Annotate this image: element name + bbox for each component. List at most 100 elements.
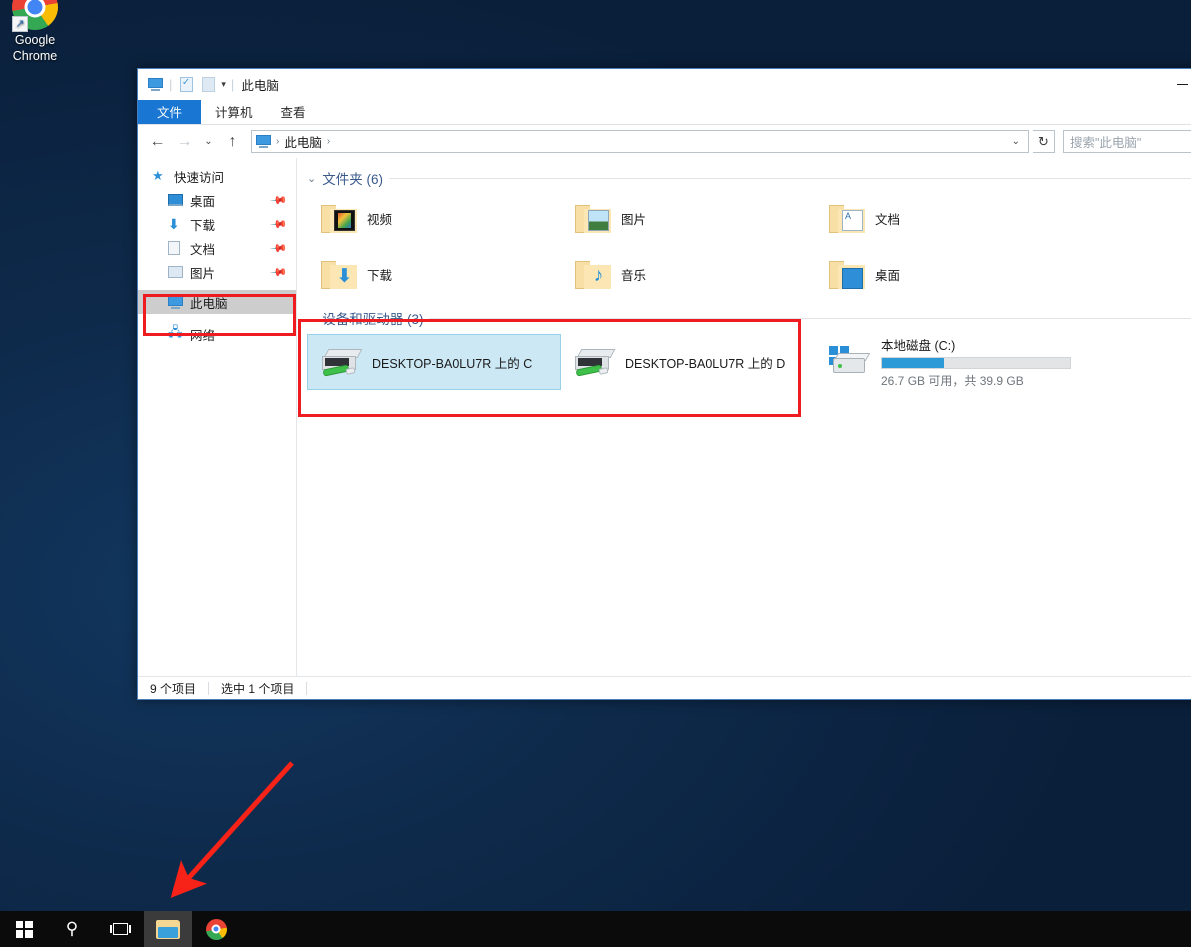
sidebar-item-quick-access[interactable]: ★ 快速访问 — [138, 164, 296, 188]
documents-icon — [168, 241, 186, 255]
pictures-icon — [168, 266, 186, 278]
tab-file[interactable]: 文件 — [138, 99, 202, 124]
status-item-count: 9 个项目 — [150, 681, 197, 696]
chrome-taskbar-button[interactable] — [192, 911, 240, 947]
pictures-folder-icon — [575, 203, 611, 233]
sidebar-item-label: 此电脑 — [190, 296, 228, 311]
tile-label: 文档 — [875, 212, 901, 227]
tile-label: DESKTOP-BA0LU7R 上的 C — [372, 356, 533, 371]
navigation-pane: ★ 快速访问 桌面 📌 ⬇ 下载 📌 文档 📌 图片 📌 此电脑 🖧 网络 — [138, 158, 297, 676]
task-view-icon — [109, 923, 131, 935]
back-button[interactable]: ← — [146, 130, 169, 153]
desktop-icon-label-line2: Chrome — [12, 49, 58, 63]
status-divider-2 — [306, 681, 308, 695]
devices-tile-list: DESKTOP-BA0LU7R 上的 C DESKTOP-BA0LU7R 上的 … — [307, 334, 1191, 390]
group-header-devices[interactable]: ⌄ 设备和驱动器 (3) — [307, 308, 1191, 328]
recent-locations-button[interactable]: ⌄ — [200, 130, 217, 153]
desktop-icon-label-line1: Google — [14, 33, 56, 47]
status-selection: 选中 1 个项目 — [221, 681, 295, 696]
tile-label: 音乐 — [621, 268, 647, 283]
folder-tile-music[interactable]: ♪ 音乐 — [561, 246, 815, 302]
chevron-down-icon[interactable]: ⌄ — [307, 172, 316, 185]
folder-tile-desktop[interactable]: 桌面 — [815, 246, 1069, 302]
address-bar[interactable]: › 此电脑 › ⌄ — [251, 130, 1029, 153]
disk-label: 本地磁盘 (C:) — [881, 339, 956, 353]
pin-icon[interactable]: 📌 — [270, 263, 289, 281]
folders-tile-list: 视频 图片 文档 ⬇ 下 — [307, 190, 1191, 302]
sidebar-item-label: 下载 — [190, 218, 216, 233]
pin-icon[interactable]: 📌 — [270, 191, 289, 209]
folder-tile-documents[interactable]: 文档 — [815, 190, 1069, 246]
disk-free-text: 26.7 GB 可用，共 39.9 GB — [881, 374, 1024, 388]
toolbar-divider-2: | — [230, 77, 235, 92]
search-button[interactable]: ⚲ — [48, 911, 96, 947]
pin-icon[interactable]: 📌 — [270, 239, 289, 257]
window-controls — [1159, 69, 1191, 100]
sidebar-item-downloads[interactable]: ⬇ 下载 📌 — [138, 212, 296, 236]
sidebar-item-label: 网络 — [190, 328, 216, 343]
chevron-down-icon[interactable]: ▾ — [219, 79, 228, 90]
breadcrumb-item-this-pc[interactable]: 此电脑 — [284, 132, 322, 151]
tile-label: 下载 — [367, 268, 393, 283]
window-title: 此电脑 — [241, 79, 279, 93]
desktop-icon — [168, 194, 186, 206]
group-divider — [429, 317, 1191, 319]
sidebar-item-label: 文档 — [190, 242, 216, 257]
group-title: 设备和驱动器 (3) — [322, 312, 424, 327]
breadcrumb-separator-1: › — [276, 136, 280, 147]
desktop-folder-icon — [829, 259, 865, 289]
window-body: ★ 快速访问 桌面 📌 ⬇ 下载 📌 文档 📌 图片 📌 此电脑 🖧 网络 ⌄ … — [138, 158, 1191, 676]
start-button[interactable] — [0, 911, 48, 947]
blank-page-icon[interactable] — [197, 74, 219, 96]
shortcut-arrow-icon: ↗ — [12, 16, 28, 32]
star-icon: ★ — [152, 168, 164, 183]
ribbon-tabs: 文件 计算机 查看 — [138, 99, 1191, 125]
network-icon: 🖧 — [168, 324, 183, 339]
local-disk-icon — [829, 346, 871, 378]
document-check-icon[interactable] — [175, 74, 197, 96]
tile-label: 图片 — [621, 212, 647, 227]
disk-usage-bar — [881, 357, 1071, 369]
drive-tile-c[interactable]: DESKTOP-BA0LU7R 上的 C — [307, 334, 561, 390]
file-explorer-button[interactable] — [144, 911, 192, 947]
task-view-button[interactable] — [96, 911, 144, 947]
sidebar-item-documents[interactable]: 文档 📌 — [138, 236, 296, 260]
chrome-icon — [205, 918, 227, 940]
folder-tile-pictures[interactable]: 图片 — [561, 190, 815, 246]
sidebar-item-desktop[interactable]: 桌面 📌 — [138, 188, 296, 212]
sidebar-item-this-pc[interactable]: 此电脑 — [138, 290, 296, 314]
breadcrumb-root-icon[interactable] — [256, 135, 271, 148]
sidebar-item-label: 快速访问 — [174, 170, 225, 185]
tab-computer[interactable]: 计算机 — [201, 99, 267, 124]
refresh-button[interactable]: ↻ — [1033, 130, 1055, 153]
search-input[interactable]: 搜索"此电脑" — [1063, 130, 1191, 153]
breadcrumb-separator-2[interactable]: › — [327, 136, 330, 147]
videos-folder-icon — [321, 203, 357, 233]
drive-tile-d[interactable]: DESKTOP-BA0LU7R 上的 D — [561, 334, 815, 390]
windows-logo-icon — [15, 920, 33, 938]
this-pc-icon[interactable] — [144, 74, 166, 96]
downloads-folder-icon: ⬇ — [321, 259, 357, 289]
file-explorer-window: | ▾ | 此电脑 文件 计算机 查看 ← → ⌄ ↑ › 此电脑 › ⌄ ↻ … — [137, 68, 1191, 700]
address-dropdown-icon[interactable]: ⌄ — [1012, 136, 1024, 147]
group-header-folders[interactable]: ⌄ 文件夹 (6) — [307, 168, 1191, 188]
folder-tile-downloads[interactable]: ⬇ 下载 — [307, 246, 561, 302]
pin-icon[interactable]: 📌 — [270, 215, 289, 233]
search-icon: ⚲ — [65, 919, 79, 938]
forward-button[interactable]: → — [173, 130, 196, 153]
chevron-down-icon[interactable]: ⌄ — [307, 312, 316, 325]
content-pane: ⌄ 文件夹 (6) 视频 图片 A 文档 ⬇ 下载 ♪ 音乐 桌面 ⌄ 设备和驱… — [297, 158, 1191, 676]
sidebar-item-pictures[interactable]: 图片 📌 — [138, 260, 296, 284]
toolbar-divider: | — [169, 77, 173, 92]
tab-view[interactable]: 查看 — [267, 99, 320, 124]
navigation-bar: ← → ⌄ ↑ › 此电脑 › ⌄ ↻ 搜索"此电脑" — [138, 125, 1191, 158]
sidebar-item-network[interactable]: 🖧 网络 — [138, 322, 296, 346]
up-button[interactable]: ↑ — [221, 130, 244, 153]
drive-tile-local-disk-c[interactable]: 本地磁盘 (C:) 26.7 GB 可用，共 39.9 GB — [815, 334, 1071, 390]
desktop-icon-google-chrome[interactable]: ↗ Google Chrome — [2, 0, 68, 64]
minimize-button[interactable] — [1159, 69, 1191, 100]
taskbar: ⚲ — [0, 911, 1191, 947]
folder-tile-videos[interactable]: 视频 — [307, 190, 561, 246]
this-pc-icon — [168, 295, 186, 309]
network-drive-icon — [322, 347, 363, 377]
